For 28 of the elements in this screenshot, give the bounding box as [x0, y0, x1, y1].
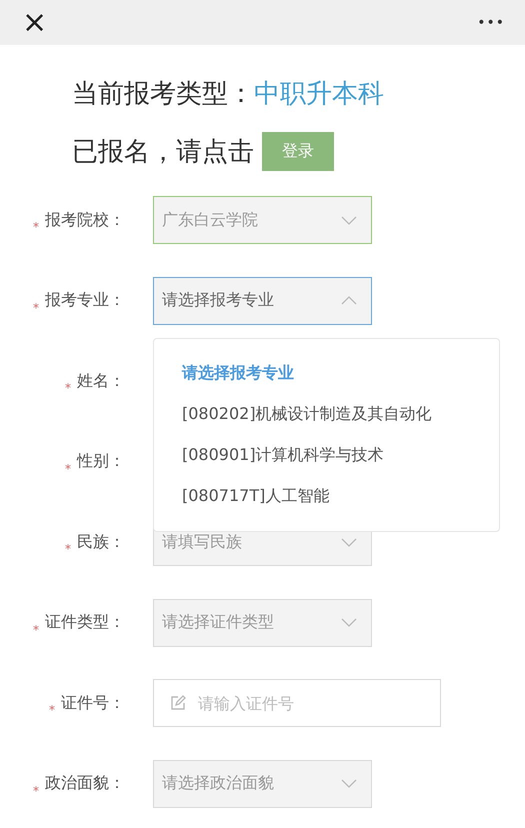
required-asterisk: * [65, 462, 71, 476]
field-label: 报考专业： [45, 290, 125, 311]
required-asterisk: * [49, 703, 55, 717]
required-asterisk: * [33, 622, 39, 636]
field-label: 证件号： [61, 692, 125, 714]
required-asterisk: * [65, 381, 71, 395]
required-asterisk: * [33, 784, 39, 798]
dropdown-option[interactable]: [080202]机械设计制造及其自动化 [182, 394, 499, 434]
input-field[interactable]: 请输入证件号 [153, 679, 441, 727]
exam-type-value: 中职升本科 [254, 78, 384, 110]
select-field[interactable]: 请选择报考专业 [153, 276, 372, 324]
field-label: 报考院校： [45, 210, 125, 230]
field-label: 性别： [77, 451, 125, 472]
dropdown-option[interactable]: 请选择报考专业 [182, 352, 499, 394]
edit-icon [170, 695, 186, 711]
login-prompt: 已报名，请点击 [72, 136, 254, 168]
exam-type-label: 当前报考类型： [72, 78, 254, 110]
dropdown-option[interactable]: [080717T]人工智能 [182, 476, 499, 516]
field-label: 政治面貌： [45, 773, 125, 794]
required-asterisk: * [65, 542, 71, 556]
more-button[interactable]: ••• [477, 14, 505, 30]
close-button[interactable]: × [22, 8, 48, 38]
field-label: 证件类型： [45, 612, 125, 633]
required-asterisk: * [33, 300, 39, 314]
field-label: 姓名： [77, 370, 125, 392]
required-asterisk: * [33, 220, 39, 234]
field-label: 民族： [77, 532, 125, 552]
dropdown-option[interactable]: [080901]计算机科学与技术 [182, 434, 499, 476]
